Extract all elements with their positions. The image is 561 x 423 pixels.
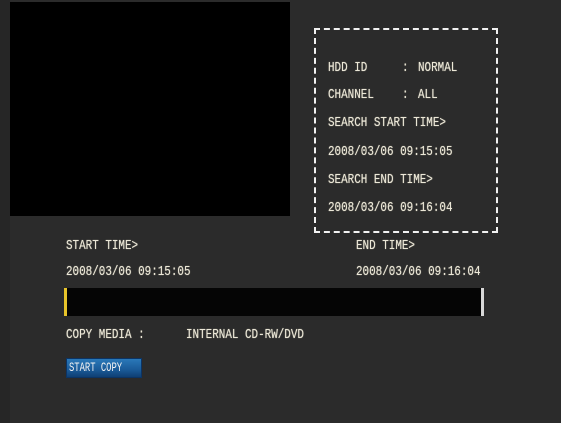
- dvr-screen: HDD ID : NORMAL CHANNEL : ALL SEARCH STA…: [0, 0, 561, 423]
- end-time-value: 2008/03/06 09:16:04: [356, 264, 481, 280]
- channel-separator: :: [402, 87, 409, 103]
- start-copy-button[interactable]: START COPY: [66, 358, 142, 378]
- hdd-id-separator: :: [402, 60, 409, 76]
- end-time-label: END TIME>: [356, 238, 415, 254]
- search-start-value: 2008/03/06 09:15:05: [328, 144, 453, 160]
- progress-end-marker: [481, 288, 484, 316]
- search-end-label: SEARCH END TIME>: [328, 172, 433, 188]
- search-start-label: SEARCH START TIME>: [328, 115, 446, 131]
- copy-progress-bar: [64, 288, 484, 316]
- hdd-id-label: HDD ID: [328, 60, 368, 76]
- start-copy-label: START COPY: [69, 360, 123, 375]
- hdd-id-value: NORMAL: [418, 60, 458, 76]
- copy-media-value[interactable]: INTERNAL CD-RW/DVD: [186, 327, 304, 343]
- video-preview: [10, 2, 290, 216]
- channel-value: ALL: [418, 87, 438, 103]
- start-time-value: 2008/03/06 09:15:05: [66, 264, 191, 280]
- start-time-label: START TIME>: [66, 238, 139, 254]
- channel-label: CHANNEL: [328, 87, 374, 103]
- progress-start-marker: [64, 288, 67, 316]
- search-end-value: 2008/03/06 09:16:04: [328, 200, 453, 216]
- copy-media-label: COPY MEDIA :: [66, 327, 145, 343]
